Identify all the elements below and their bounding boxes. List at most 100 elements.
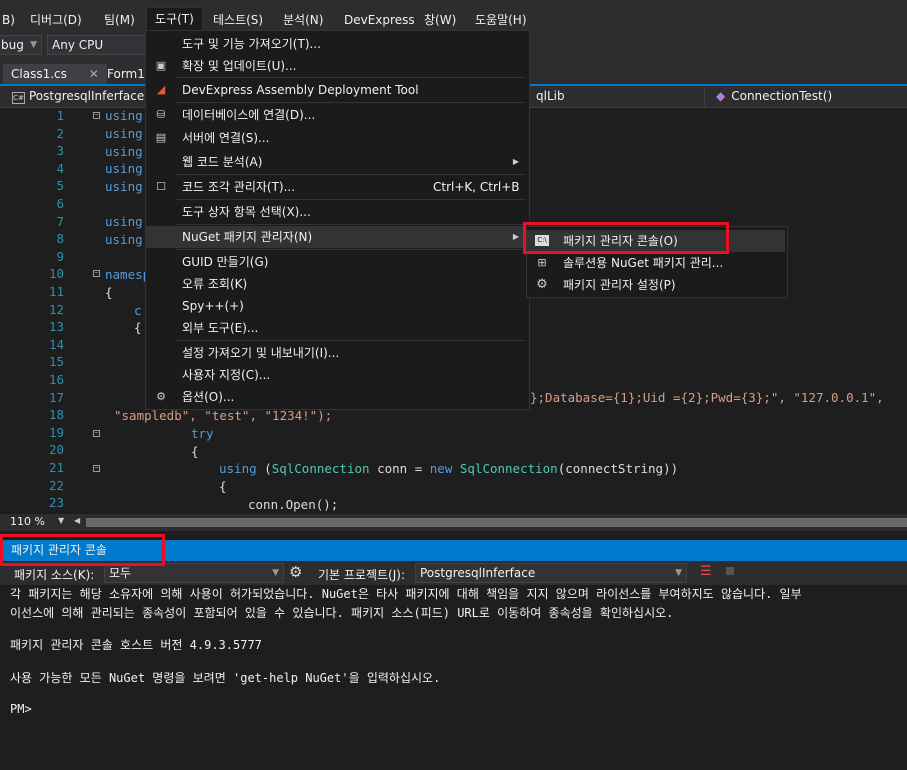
- scroll-left-icon[interactable]: ◀: [74, 516, 80, 525]
- project-nav-combo[interactable]: C# PostgresqlInferface: [6, 87, 146, 106]
- menu-item-devexpress-deploy[interactable]: ◢ DevExpress Assembly Deployment Tool: [146, 79, 529, 101]
- line-number: 15: [48, 354, 64, 369]
- code-using: using: [105, 179, 143, 194]
- configuration-value: bug: [1, 38, 24, 52]
- menu-item-extensions[interactable]: ▣ 확장 및 업데이트(U)...: [146, 55, 529, 77]
- clear-console-icon[interactable]: ☰: [700, 564, 712, 579]
- editor-zoom-bar: 110 % ▼ ◀: [0, 514, 907, 531]
- close-icon[interactable]: ✕: [89, 67, 99, 81]
- menu-item-customize[interactable]: 사용자 지정(C)...: [146, 364, 529, 386]
- chevron-down-icon: ▼: [675, 568, 682, 578]
- line-number: 1: [56, 108, 64, 123]
- collapse-icon[interactable]: −: [93, 270, 100, 277]
- code-using: using: [105, 214, 143, 229]
- line-number: 3: [56, 143, 64, 158]
- console-prompt: PM>: [10, 702, 32, 716]
- method-icon: ◆: [716, 89, 726, 103]
- code-connection-string: };Database={1};Uid ={2};Pwd={3};", "127.…: [530, 390, 884, 405]
- menu-separator: [176, 409, 526, 410]
- menu-team[interactable]: 팀(M): [96, 8, 143, 32]
- menu-item-label: 사용자 지정(C)...: [182, 368, 271, 382]
- gear-icon[interactable]: ⚙: [289, 563, 302, 581]
- code-type: SqlConnection: [271, 461, 370, 476]
- line-number: 23: [48, 495, 64, 510]
- line-number: 19: [48, 425, 64, 440]
- collapse-icon[interactable]: −: [93, 112, 100, 119]
- type-nav-combo[interactable]: qlLib: [530, 87, 705, 106]
- menu-item-get-tools[interactable]: 도구 및 기능 가져오기(T)...: [146, 33, 529, 55]
- menu-item-snippets-manager[interactable]: ☐ 코드 조각 관리자(T)... Ctrl+K, Ctrl+B: [146, 176, 529, 198]
- console-line: 패키지 관리자 콘솔 호스트 버전 4.9.3.5777: [10, 638, 262, 652]
- menu-item-label: 확장 및 업데이트(U)...: [182, 59, 297, 73]
- extensions-icon: ▣: [155, 59, 167, 72]
- menu-tools[interactable]: 도구(T): [146, 7, 203, 32]
- menu-window[interactable]: 창(W): [416, 8, 464, 32]
- menu-separator: [176, 340, 526, 341]
- horizontal-scrollbar[interactable]: [86, 518, 907, 527]
- code-using-statement: using (SqlConnection conn = new SqlConne…: [219, 461, 678, 476]
- tab-class1[interactable]: Class1.cs ✕: [3, 64, 107, 84]
- configuration-combo[interactable]: bug ▼: [0, 35, 42, 55]
- stop-icon[interactable]: [726, 567, 734, 575]
- default-project-combo[interactable]: PostgresqlInferface ▼: [415, 563, 687, 583]
- line-number: 14: [48, 337, 64, 352]
- menu-item-label: Spy++(+): [182, 299, 244, 313]
- menu-item-label: 옵션(O)...: [182, 390, 235, 404]
- menu-separator: [176, 174, 526, 175]
- menu-separator: [176, 102, 526, 103]
- code-brace: {: [191, 444, 199, 459]
- menu-item-label: 오류 조회(K): [182, 277, 248, 291]
- menu-item-create-guid[interactable]: GUID 만들기(G): [146, 251, 529, 273]
- menu-item-web-code-analysis[interactable]: 웹 코드 분석(A) ▶: [146, 151, 529, 173]
- menu-debug[interactable]: 디버그(D): [22, 8, 90, 32]
- code-using: using: [105, 144, 143, 159]
- highlight-box-console-title: [0, 534, 165, 566]
- menu-item-import-export-settings[interactable]: 설정 가져오기 및 내보내기(I)...: [146, 342, 529, 364]
- line-number: 4: [56, 161, 64, 176]
- menu-item-shortcut: Ctrl+K, Ctrl+B: [433, 180, 520, 194]
- menu-item-spy[interactable]: Spy++(+): [146, 295, 529, 317]
- menu-build[interactable]: B): [0, 8, 23, 32]
- member-nav-combo[interactable]: ◆ ConnectionTest(): [710, 87, 907, 106]
- platform-combo[interactable]: Any CPU: [47, 35, 147, 55]
- menu-item-nuget-package-manager[interactable]: NuGet 패키지 관리자(N) ▶: [146, 226, 529, 248]
- zoom-level[interactable]: 110 %: [10, 515, 45, 528]
- type-nav-value: qlLib: [536, 89, 565, 103]
- highlight-box-console-menu-item: [523, 222, 729, 254]
- code-connection-args: "sampledb", "test", "1234!");: [114, 408, 333, 423]
- menu-item-connect-database[interactable]: ⛁ 데이터베이스에 연결(D)...: [146, 104, 529, 126]
- submenu-arrow-icon: ▶: [512, 232, 519, 241]
- code-punct: (connectString)): [557, 461, 679, 476]
- menu-item-label: 설정 가져오기 및 내보내기(I)...: [182, 346, 340, 360]
- code-keyword: using: [219, 461, 257, 476]
- code-punct: (: [256, 461, 272, 476]
- menu-help[interactable]: 도움말(H): [467, 8, 535, 32]
- menu-item-manage-solution-packages[interactable]: ⊞ 솔루션용 NuGet 패키지 관리...: [527, 252, 785, 274]
- line-number: 13: [48, 319, 64, 334]
- package-source-combo[interactable]: 모두 ▼: [104, 563, 284, 583]
- platform-value: Any CPU: [52, 38, 104, 52]
- menu-test[interactable]: 테스트(S): [205, 8, 271, 32]
- menu-item-connect-server[interactable]: ▤ 서버에 연결(S)...: [146, 127, 529, 149]
- menu-devexpress[interactable]: DevExpress: [336, 8, 423, 32]
- code-open-call: conn.Open();: [248, 497, 339, 512]
- menu-item-package-manager-settings[interactable]: ⚙ 패키지 관리자 설정(P): [527, 274, 785, 296]
- console-line: 사용 가능한 모든 NuGet 명령을 보려면 'get-help NuGet'…: [10, 671, 441, 685]
- menu-item-label: 도구 상자 항목 선택(X)...: [182, 205, 311, 219]
- menu-item-options[interactable]: ⚙ 옵션(O)...: [146, 386, 529, 408]
- collapse-icon[interactable]: −: [93, 465, 100, 472]
- menu-item-error-lookup[interactable]: 오류 조회(K): [146, 273, 529, 295]
- menu-analyze[interactable]: 분석(N): [275, 8, 331, 32]
- menu-separator: [176, 249, 526, 250]
- code-class: c: [134, 303, 142, 318]
- chevron-down-icon[interactable]: ▼: [58, 516, 64, 525]
- menu-item-label: 웹 코드 분석(A): [182, 155, 263, 169]
- project-nav-value: PostgresqlInferface: [29, 89, 145, 103]
- collapse-icon[interactable]: −: [93, 430, 100, 437]
- menu-item-choose-toolbox-items[interactable]: 도구 상자 항목 선택(X)...: [146, 201, 529, 223]
- menu-item-external-tools[interactable]: 외부 도구(E)...: [146, 317, 529, 339]
- default-project-label: 기본 프로젝트(J):: [318, 568, 406, 582]
- line-number: 8: [56, 231, 64, 246]
- console-output[interactable]: 각 패키지는 해당 소유자에 의해 사용이 허가되었습니다. NuGet은 타사…: [0, 585, 907, 770]
- line-number: 21: [48, 460, 64, 475]
